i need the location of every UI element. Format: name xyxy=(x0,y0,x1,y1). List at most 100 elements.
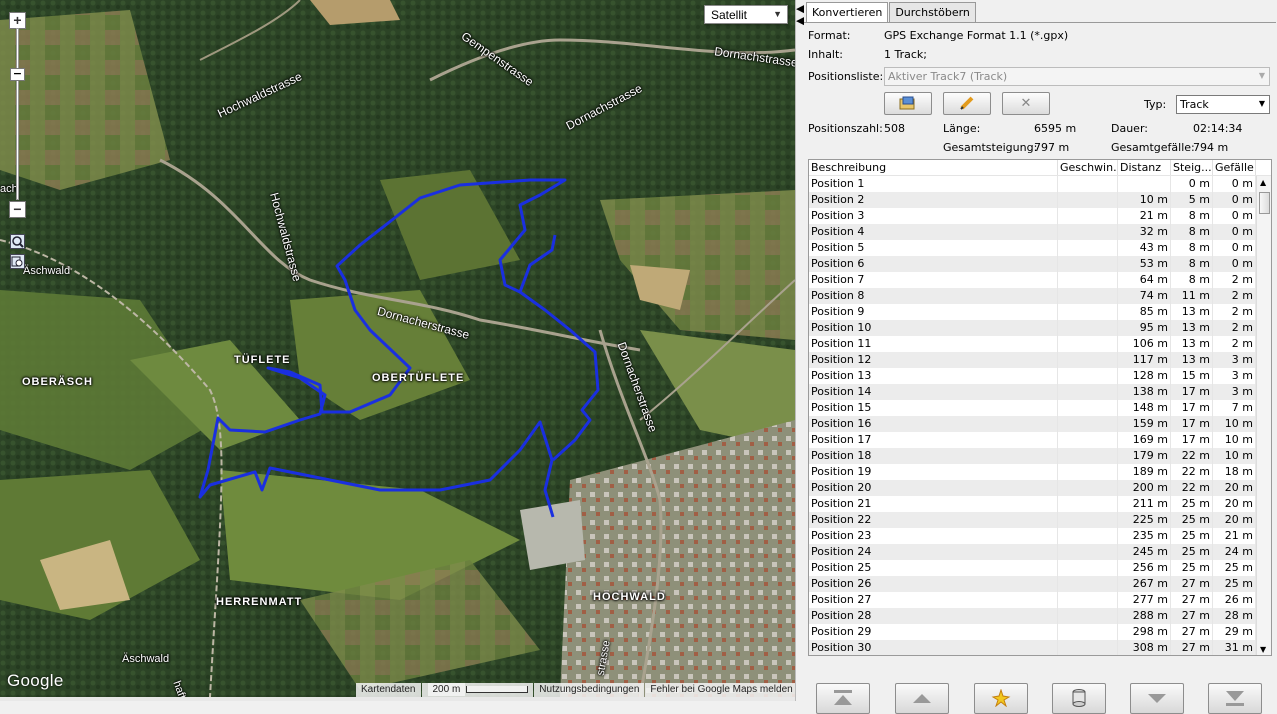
database-button[interactable] xyxy=(1052,683,1106,714)
table-row[interactable]: Position 10 95 m 13 m2 m xyxy=(809,320,1256,336)
tab-konvertieren[interactable]: Konvertieren xyxy=(806,2,889,23)
google-logo: Google xyxy=(7,671,64,690)
table-row[interactable]: Position 5 43 m8 m0 m xyxy=(809,240,1256,256)
table-row[interactable]: Position 18 179 m 22 m 10 m xyxy=(809,448,1256,464)
table-row[interactable]: Position 6 53 m8 m0 m xyxy=(809,256,1256,272)
cell-beschreibung: Position 6 xyxy=(809,256,1058,272)
table-row[interactable]: Position 26 267 m 27 m 25 m xyxy=(809,576,1256,592)
zoom-slider-track[interactable] xyxy=(16,28,19,200)
positions-table[interactable]: Beschreibung Geschwin... Distanz Steig..… xyxy=(808,159,1272,656)
table-row[interactable]: Position 24 245 m 25 m 24 m xyxy=(809,544,1256,560)
edit-button[interactable] xyxy=(943,92,991,115)
cell-beschreibung: Position 28 xyxy=(809,608,1058,624)
table-row[interactable]: Position 14 138 m 17 m3 m xyxy=(809,384,1256,400)
cell-beschreibung: Position 22 xyxy=(809,512,1058,528)
cell-beschreibung: Position 25 xyxy=(809,560,1058,576)
scroll-down-icon[interactable]: ▼ xyxy=(1260,645,1266,654)
cell-steigung: 27 m xyxy=(1171,640,1213,655)
table-row[interactable]: Position 1 0 m0 m xyxy=(809,176,1256,192)
scroll-thumb[interactable] xyxy=(1259,192,1270,214)
table-row[interactable]: Position 29 298 m 27 m 29 m xyxy=(809,624,1256,640)
table-row[interactable]: Position 28 288 m 27 m 28 m xyxy=(809,608,1256,624)
cell-gefaelle: 2 m xyxy=(1213,320,1256,336)
table-body: Position 10 m0 m Position 2 10 m5 m0 m Posi… xyxy=(809,176,1256,655)
table-row[interactable]: Position 16 159 m 17 m 10 m xyxy=(809,416,1256,432)
scale-label: 200 m xyxy=(427,683,466,696)
move-first-button[interactable] xyxy=(816,683,870,714)
table-row[interactable]: Position 25 256 m 25 m 25 m xyxy=(809,560,1256,576)
cell-beschreibung: Position 5 xyxy=(809,240,1058,256)
cell-steigung: 8 m xyxy=(1171,224,1213,240)
dauer-value: 02:14:34 xyxy=(1193,122,1243,135)
terms-link[interactable]: Nutzungsbedingungen xyxy=(534,683,645,697)
table-row[interactable]: Position 20 200 m 22 m 20 m xyxy=(809,480,1256,496)
table-row[interactable]: Position 30 308 m 27 m 31 m xyxy=(809,640,1256,655)
tab-durchstoebern[interactable]: Durchstöbern xyxy=(889,2,976,22)
cell-beschreibung: Position 29 xyxy=(809,624,1058,640)
zoom-in-button[interactable]: + xyxy=(9,12,26,29)
cell-geschwindigkeit xyxy=(1058,288,1118,304)
label-obertueflete: OBERTÜFLETE xyxy=(372,372,465,384)
import-button[interactable] xyxy=(884,92,932,115)
panel-splitter[interactable]: ◀ ◀ xyxy=(795,0,804,701)
cell-gefaelle: 26 m xyxy=(1213,592,1256,608)
cell-geschwindigkeit xyxy=(1058,496,1118,512)
table-scrollbar[interactable]: ▲ ▼ xyxy=(1256,176,1271,655)
close-icon: ✕ xyxy=(1020,96,1032,111)
cell-distanz: 225 m xyxy=(1118,512,1171,528)
add-position-button[interactable] xyxy=(974,683,1028,714)
move-down-button[interactable] xyxy=(1130,683,1184,714)
scroll-up-icon[interactable]: ▲ xyxy=(1260,178,1266,187)
table-row[interactable]: Position 11 106 m 13 m2 m xyxy=(809,336,1256,352)
column-header-beschreibung[interactable]: Beschreibung xyxy=(809,160,1058,175)
move-last-button[interactable] xyxy=(1208,683,1262,714)
zoom-slider-handle[interactable]: − xyxy=(10,68,25,81)
column-header-geschwindigkeit[interactable]: Geschwin... xyxy=(1058,160,1118,175)
steigung-value: 797 m xyxy=(1034,141,1070,154)
move-up-button[interactable] xyxy=(895,683,949,714)
table-row[interactable]: Position 7 64 m8 m2 m xyxy=(809,272,1256,288)
table-row[interactable]: Position 13 128 m 15 m3 m xyxy=(809,368,1256,384)
table-row[interactable]: Position 27 277 m 27 m 26 m xyxy=(809,592,1256,608)
cell-beschreibung: Position 1 xyxy=(809,176,1058,192)
pencil-icon xyxy=(959,96,975,114)
map-view[interactable]: Hochwaldstrasse Hochwaldstrasse Dornachs… xyxy=(0,0,795,697)
zoom-box-icon[interactable] xyxy=(10,234,25,249)
table-header: Beschreibung Geschwin... Distanz Steig..… xyxy=(809,160,1271,176)
table-row[interactable]: Position 22 225 m 25 m 20 m xyxy=(809,512,1256,528)
typ-select[interactable]: Track ▼ xyxy=(1176,95,1270,114)
table-row[interactable]: Position 2 10 m5 m0 m xyxy=(809,192,1256,208)
table-row[interactable]: Position 21 211 m 25 m 20 m xyxy=(809,496,1256,512)
table-row[interactable]: Position 3 21 m8 m0 m xyxy=(809,208,1256,224)
cell-distanz: 245 m xyxy=(1118,544,1171,560)
cell-steigung: 13 m xyxy=(1171,304,1213,320)
zoom-list-icon[interactable] xyxy=(10,254,25,269)
delete-button[interactable]: ✕ xyxy=(1002,92,1050,115)
cell-steigung: 22 m xyxy=(1171,464,1213,480)
table-row[interactable]: Position 9 85 m 13 m2 m xyxy=(809,304,1256,320)
table-row[interactable]: Position 17 169 m 17 m 10 m xyxy=(809,432,1256,448)
cell-beschreibung: Position 30 xyxy=(809,640,1058,655)
column-header-steigung[interactable]: Steig... xyxy=(1171,160,1213,175)
positionsliste-select[interactable]: Aktiver Track7 (Track) ▼ xyxy=(884,67,1270,86)
format-value: GPS Exchange Format 1.1 (*.gpx) xyxy=(884,29,1069,42)
positionsliste-value: Aktiver Track7 (Track) xyxy=(888,70,1008,83)
cell-steigung: 25 m xyxy=(1171,512,1213,528)
cell-gefaelle: 2 m xyxy=(1213,336,1256,352)
cell-beschreibung: Position 8 xyxy=(809,288,1058,304)
table-row[interactable]: Position 23 235 m 25 m 21 m xyxy=(809,528,1256,544)
cell-steigung: 13 m xyxy=(1171,336,1213,352)
table-row[interactable]: Position 4 32 m8 m0 m xyxy=(809,224,1256,240)
table-row[interactable]: Position 8 74 m 11 m2 m xyxy=(809,288,1256,304)
column-header-distanz[interactable]: Distanz xyxy=(1118,160,1171,175)
import-icon xyxy=(899,96,917,114)
map-type-select[interactable]: Satellit ▼ xyxy=(704,5,788,24)
zoom-out-button[interactable]: − xyxy=(9,201,26,218)
table-row[interactable]: Position 15 148 m 17 m7 m xyxy=(809,400,1256,416)
positionszahl-label: Positionszahl: xyxy=(808,122,883,135)
column-header-gefaelle[interactable]: Gefälle xyxy=(1213,160,1256,175)
table-row[interactable]: Position 12 117 m 13 m3 m xyxy=(809,352,1256,368)
map-data-link[interactable]: Kartendaten xyxy=(356,683,421,697)
table-row[interactable]: Position 19 189 m 22 m 18 m xyxy=(809,464,1256,480)
report-error-link[interactable]: Fehler bei Google Maps melden xyxy=(645,683,795,697)
